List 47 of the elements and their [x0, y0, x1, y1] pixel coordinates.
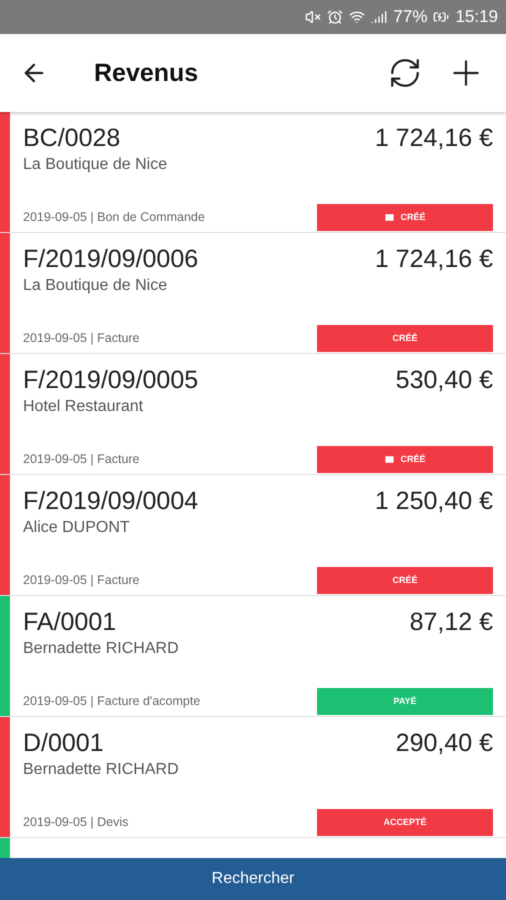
battery-level: 77% [393, 7, 428, 27]
mail-icon [384, 454, 396, 464]
document-number: F/2019/09/0004 [23, 487, 198, 516]
status-label: PAYÉ [393, 696, 416, 706]
document-meta: 2019-09-05 | Facture d'acompte [23, 694, 200, 708]
document-number: D/0001 [23, 729, 104, 758]
client-name: Hotel Restaurant [23, 398, 144, 416]
amount: 1 724,16 € [374, 245, 493, 274]
client-name: Alice DUPONT [23, 519, 131, 537]
client-name: La Boutique de Nice [23, 156, 168, 174]
document-meta: 2019-09-05 | Bon de Commande [23, 210, 205, 224]
amount: 1 250,40 € [374, 487, 493, 516]
document-row[interactable]: F/2019/09/0004 1 250,40 € Alice DUPONT 2019-09-05 | Facture CRÉÉ [0, 475, 506, 596]
document-meta: 2019-09-05 | Facture [23, 452, 140, 466]
clock: 15:19 [455, 7, 498, 27]
document-number: FA/0001 [23, 608, 116, 637]
document-meta: 2019-09-05 | Facture [23, 331, 140, 345]
status-label: CRÉÉ [400, 454, 426, 464]
document-number: BC/0028 [23, 124, 120, 153]
status-label: ACCEPTÉ [383, 817, 426, 827]
status-label: CRÉÉ [392, 333, 418, 343]
mute-icon [305, 9, 322, 25]
document-row[interactable]: F/2019/09/0005 530,40 € Hotel Restaurant 2019-09-05 | Facture CRÉÉ [0, 354, 506, 475]
document-meta: 2019-09-05 | Devis [23, 815, 128, 829]
mail-icon [384, 212, 396, 222]
search-button[interactable]: Rechercher [0, 858, 506, 900]
client-name: Bernadette RICHARD [23, 761, 180, 779]
status-label: CRÉÉ [392, 575, 418, 585]
amount: 87,12 € [410, 608, 493, 637]
amount: 1 724,16 € [374, 124, 493, 153]
client-name: La Boutique de Nice [23, 277, 168, 295]
status-label: CRÉÉ [400, 212, 426, 222]
amount: 290,40 € [396, 729, 493, 758]
signal-icon [371, 9, 388, 25]
document-row[interactable]: BC/0028 1 724,16 € La Boutique de Nice 2019-09-05 | Bon de Commande CRÉÉ [0, 112, 506, 233]
wifi-icon [349, 9, 366, 25]
document-number: F/2019/09/0005 [23, 366, 198, 395]
page-title: Revenus [94, 58, 200, 88]
alarm-icon [327, 9, 344, 25]
refresh-icon[interactable] [388, 56, 422, 90]
amount: 530,40 € [396, 366, 493, 395]
document-row[interactable]: FA/0001 87,12 € Bernadette RICHARD 2019-09-05 | Facture d'acompte PAYÉ [0, 596, 506, 717]
document-number: F/2019/09/0006 [23, 245, 198, 274]
document-meta: 2019-09-05 | Facture [23, 573, 140, 587]
document-row[interactable]: D/0001 290,40 € Bernadette RICHARD 2019-09-05 | Devis ACCEPTÉ [0, 717, 506, 838]
client-name: Bernadette RICHARD [23, 640, 180, 658]
document-row[interactable]: F/2019/09/0006 1 724,16 € La Boutique de Nice 2019-09-05 | Facture CRÉÉ [0, 233, 506, 354]
